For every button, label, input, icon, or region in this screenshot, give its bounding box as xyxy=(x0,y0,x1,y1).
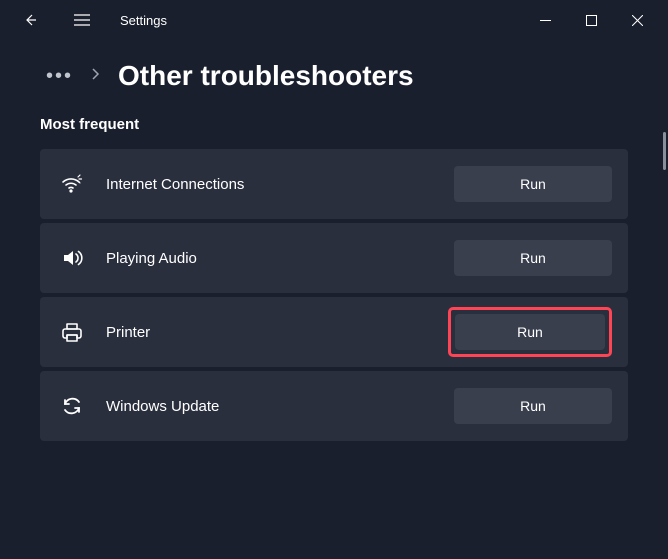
minimize-button[interactable] xyxy=(522,4,568,36)
close-icon xyxy=(632,15,643,26)
troubleshooter-label: Printer xyxy=(106,324,426,341)
scrollbar[interactable] xyxy=(663,132,666,170)
troubleshooter-windows-update: Windows Update Run xyxy=(40,371,628,441)
titlebar: Settings xyxy=(0,0,668,40)
troubleshooter-label: Internet Connections xyxy=(106,176,432,193)
menu-button[interactable] xyxy=(68,6,96,34)
troubleshooter-playing-audio: Playing Audio Run xyxy=(40,223,628,293)
printer-icon xyxy=(60,320,84,344)
troubleshooter-label: Windows Update xyxy=(106,398,432,415)
run-button[interactable]: Run xyxy=(454,166,612,202)
window-controls xyxy=(522,4,660,36)
troubleshooter-printer: Printer Run xyxy=(40,297,628,367)
run-button[interactable]: Run xyxy=(454,388,612,424)
titlebar-left: Settings xyxy=(16,6,167,34)
minimize-icon xyxy=(540,15,551,26)
troubleshooter-label: Playing Audio xyxy=(106,250,432,267)
wifi-icon xyxy=(60,172,84,196)
back-button[interactable] xyxy=(16,6,44,34)
highlight-annotation: Run xyxy=(448,307,612,357)
update-icon xyxy=(60,394,84,418)
section-title: Most frequent xyxy=(0,116,668,149)
app-title: Settings xyxy=(120,13,167,28)
run-button[interactable]: Run xyxy=(454,240,612,276)
chevron-right-icon xyxy=(91,67,100,86)
breadcrumb: ••• Other troubleshooters xyxy=(0,40,668,116)
maximize-icon xyxy=(586,15,597,26)
breadcrumb-ellipsis[interactable]: ••• xyxy=(46,65,73,88)
hamburger-icon xyxy=(74,14,90,26)
close-button[interactable] xyxy=(614,4,660,36)
troubleshooter-list: Internet Connections Run Playing Audio R… xyxy=(0,149,668,441)
run-button[interactable]: Run xyxy=(455,314,605,350)
maximize-button[interactable] xyxy=(568,4,614,36)
back-arrow-icon xyxy=(22,12,38,28)
audio-icon xyxy=(60,246,84,270)
troubleshooter-internet-connections: Internet Connections Run xyxy=(40,149,628,219)
page-title: Other troubleshooters xyxy=(118,60,414,92)
